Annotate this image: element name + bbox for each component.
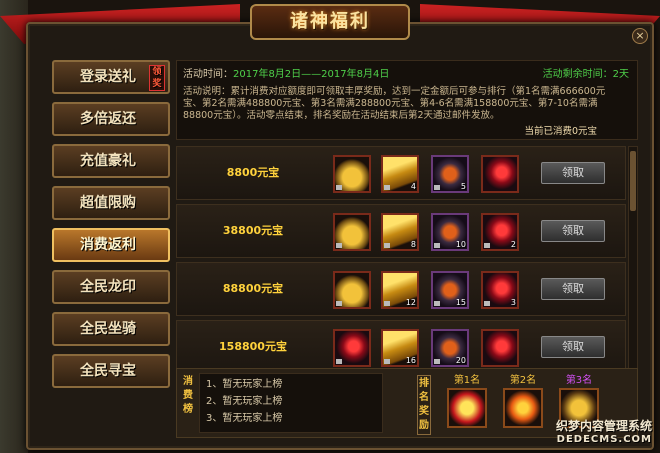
item-count: 3 bbox=[510, 298, 516, 307]
gem-icon[interactable]: 20 bbox=[431, 329, 469, 367]
prize-first[interactable]: 第1名 bbox=[443, 371, 491, 428]
gem-icon[interactable]: 15 bbox=[431, 271, 469, 309]
red-scroll-icon[interactable] bbox=[481, 329, 519, 367]
bound-icon bbox=[336, 243, 342, 248]
rank-entry: 3、暂无玩家上榜 bbox=[206, 413, 283, 424]
sidebar-item-recharge-gift[interactable]: 充值豪礼 bbox=[52, 144, 170, 178]
reward-row: 38800元宝 8 10 2 领取 bbox=[176, 204, 626, 258]
bound-icon bbox=[384, 301, 390, 306]
prize-label: 第2名 bbox=[509, 375, 537, 386]
scrollbar-thumb[interactable] bbox=[630, 151, 636, 211]
window-title: 诸神福利 bbox=[250, 4, 410, 40]
rank-entry: 2、暂无玩家上榜 bbox=[206, 396, 283, 407]
reward-row: 158800元宝 16 20 领取 bbox=[176, 320, 626, 374]
sidebar-item-consume-rebate[interactable]: 消费返利 bbox=[52, 228, 170, 262]
sidebar-item-label: 登录送礼 bbox=[80, 69, 136, 85]
sidebar-item-label: 全民坐骑 bbox=[80, 321, 136, 337]
bound-icon bbox=[434, 301, 440, 306]
rank-entry: 1、暂无玩家上榜 bbox=[206, 379, 283, 390]
item-count: 4 bbox=[410, 182, 416, 191]
item-count: 12 bbox=[405, 298, 416, 307]
prize-label: 第3名 bbox=[565, 375, 593, 386]
claim-tag-badge: 领奖 bbox=[149, 65, 165, 91]
prize-second[interactable]: 第2名 bbox=[499, 371, 547, 428]
sidebar-item-label: 多倍返还 bbox=[80, 111, 136, 127]
gold-ingot-icon[interactable]: 12 bbox=[381, 271, 419, 309]
bound-icon bbox=[434, 359, 440, 364]
remaining-time: 活动剩余时间：2天 bbox=[542, 69, 629, 80]
bound-icon bbox=[484, 301, 490, 306]
gold-ingot-icon[interactable]: 8 bbox=[381, 213, 419, 251]
red-scroll-icon[interactable]: 3 bbox=[481, 271, 519, 309]
bound-icon bbox=[384, 185, 390, 190]
bound-icon bbox=[434, 185, 440, 190]
sidebar-item-multiple-return[interactable]: 多倍返还 bbox=[52, 102, 170, 136]
item-count: 16 bbox=[405, 356, 416, 365]
threshold-amount: 158800元宝 bbox=[219, 340, 287, 353]
red-scroll-icon[interactable] bbox=[481, 155, 519, 193]
item-count: 10 bbox=[455, 240, 466, 249]
sidebar-item-label: 消费返利 bbox=[80, 237, 136, 253]
event-info: 活动时间：2017年8月2日——2017年8月4日 活动剩余时间：2天 活动说明… bbox=[176, 60, 638, 140]
item-count: 20 bbox=[455, 356, 466, 365]
sidebar-item-dragon-seal[interactable]: 全民龙印 bbox=[52, 270, 170, 304]
red-scroll-icon[interactable]: 2 bbox=[481, 213, 519, 251]
threshold-amount: 38800元宝 bbox=[222, 224, 284, 237]
bound-icon bbox=[336, 359, 342, 364]
watermark-cn: 织梦内容管理系统 bbox=[555, 419, 652, 433]
chest-icon[interactable] bbox=[333, 213, 371, 251]
threshold-amount: 88800元宝 bbox=[222, 282, 284, 295]
bound-icon bbox=[384, 359, 390, 364]
sidebar-item-label: 超值限购 bbox=[80, 195, 136, 211]
item-count: 8 bbox=[410, 240, 416, 249]
gift-box-icon[interactable] bbox=[503, 388, 543, 428]
claim-button[interactable]: 领取 bbox=[541, 336, 605, 358]
current-consumption: 当前已消费0元宝 bbox=[524, 126, 597, 137]
claim-button[interactable]: 领取 bbox=[541, 162, 605, 184]
bound-icon bbox=[384, 243, 390, 248]
sidebar-item-login-gift[interactable]: 登录送礼 领奖 bbox=[52, 60, 170, 94]
event-description: 活动说明：累计消费对应额度即可领取丰厚奖励，达到一定金额后可参与排行（第1名需满… bbox=[183, 86, 606, 121]
prize-label: 第1名 bbox=[453, 375, 481, 386]
consume-rank-list: 1、暂无玩家上榜 2、暂无玩家上榜 3、暂无玩家上榜 bbox=[199, 373, 383, 433]
chest-icon[interactable] bbox=[333, 155, 371, 193]
claim-button[interactable]: 领取 bbox=[541, 220, 605, 242]
event-time-value: 2017年8月2日——2017年8月4日 bbox=[233, 69, 390, 80]
gem-icon[interactable]: 10 bbox=[431, 213, 469, 251]
item-count: 2 bbox=[510, 240, 516, 249]
bound-icon bbox=[336, 301, 342, 306]
claim-button[interactable]: 领取 bbox=[541, 278, 605, 300]
consume-rank-label: 消费榜 bbox=[183, 376, 193, 415]
reward-row: 8800元宝 4 5 领取 bbox=[176, 146, 626, 200]
sidebar-item-label: 全民寻宝 bbox=[80, 363, 136, 379]
gem-icon[interactable]: 5 bbox=[431, 155, 469, 193]
watermark-en: DEDECMS.COM bbox=[556, 434, 652, 445]
reward-row: 88800元宝 12 15 3 领取 bbox=[176, 262, 626, 316]
first-place-reward-icon[interactable] bbox=[447, 388, 487, 428]
bound-icon bbox=[336, 185, 342, 190]
chest-icon[interactable] bbox=[333, 271, 371, 309]
bound-icon bbox=[434, 243, 440, 248]
watermark: 织梦内容管理系统 DEDECMS.COM bbox=[556, 419, 652, 447]
gold-ingot-icon[interactable]: 16 bbox=[381, 329, 419, 367]
red-gem-pack-icon[interactable] bbox=[333, 329, 371, 367]
item-count: 5 bbox=[460, 182, 466, 191]
rank-reward-label: 排名奖励 bbox=[417, 375, 431, 435]
sidebar-item-label: 充值豪礼 bbox=[80, 153, 136, 169]
gold-ingot-icon[interactable]: 4 bbox=[381, 155, 419, 193]
sidebar-item-label: 全民龙印 bbox=[80, 279, 136, 295]
background-left-strip bbox=[0, 0, 28, 453]
item-count: 15 bbox=[455, 298, 466, 307]
close-button[interactable]: × bbox=[632, 28, 648, 44]
event-time-label: 活动时间： bbox=[183, 69, 233, 80]
sidebar-item-mount[interactable]: 全民坐骑 bbox=[52, 312, 170, 346]
threshold-amount: 8800元宝 bbox=[226, 166, 280, 179]
bound-icon bbox=[484, 243, 490, 248]
sidebar-item-treasure-hunt[interactable]: 全民寻宝 bbox=[52, 354, 170, 388]
sidebar: 登录送礼 领奖 多倍返还 充值豪礼 超值限购 消费返利 全民龙印 全民坐骑 全民… bbox=[52, 60, 170, 396]
sidebar-item-limited-buy[interactable]: 超值限购 bbox=[52, 186, 170, 220]
